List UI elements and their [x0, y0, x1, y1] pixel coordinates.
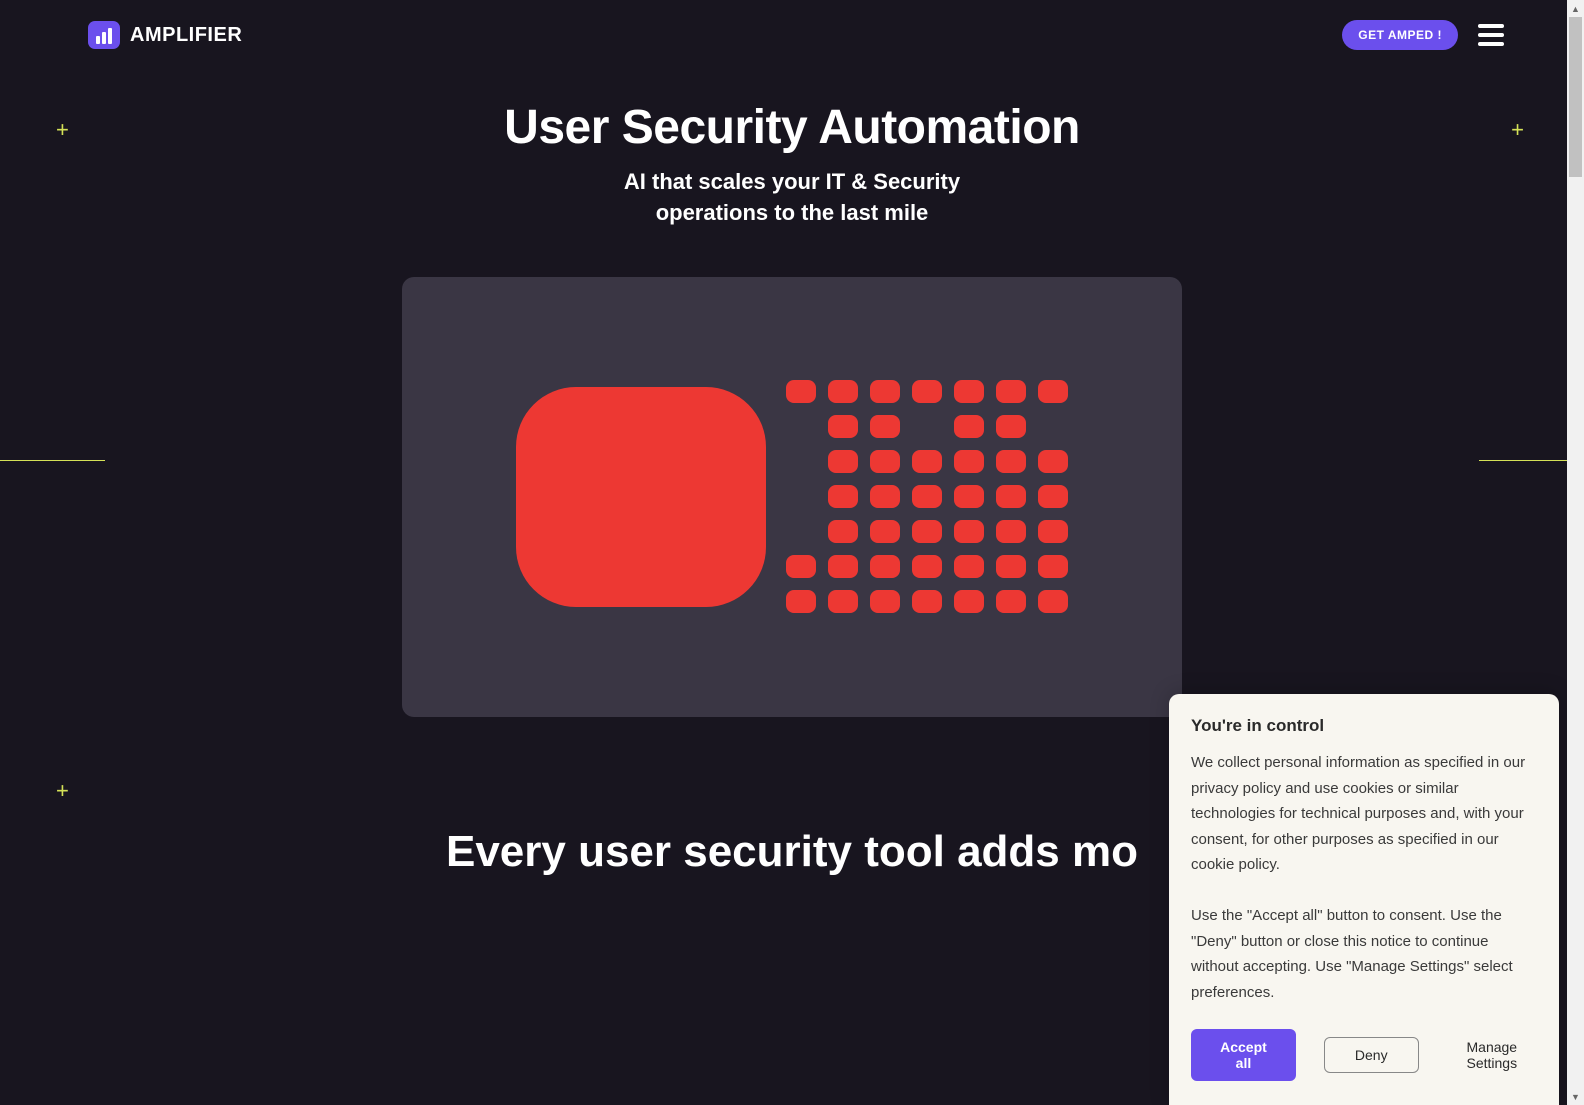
- hero-subtitle: AI that scales your IT & Security operat…: [0, 167, 1584, 229]
- cookie-paragraph: We collect personal information as speci…: [1191, 754, 1525, 873]
- hero-subtitle-line: AI that scales your IT & Security: [624, 169, 960, 194]
- get-amped-button[interactable]: GET AMPED !: [1342, 20, 1458, 50]
- grid-shapes: [786, 380, 1068, 613]
- cookie-paragraph: Use the "Accept all" button to consent. …: [1191, 907, 1513, 1001]
- logo[interactable]: AMPLIFIER: [88, 21, 242, 49]
- cookie-buttons: Accept all Deny Manage Settings: [1191, 1029, 1537, 1081]
- plus-decoration-icon: +: [56, 778, 69, 804]
- scroll-up-arrow-icon[interactable]: ▲: [1567, 0, 1584, 17]
- hero-title: User Security Automation: [0, 100, 1584, 155]
- deny-button[interactable]: Deny: [1324, 1037, 1419, 1073]
- divider-decoration: [0, 460, 105, 461]
- logo-icon: [88, 21, 120, 49]
- accept-all-button[interactable]: Accept all: [1191, 1029, 1296, 1081]
- big-red-shape: [516, 387, 766, 607]
- cookie-title: You're in control: [1191, 716, 1537, 736]
- menu-icon[interactable]: [1478, 24, 1504, 46]
- scrollbar[interactable]: ▲ ▼: [1567, 0, 1584, 1105]
- hero-section: User Security Automation AI that scales …: [0, 70, 1584, 717]
- cookie-banner: You're in control We collect personal in…: [1169, 694, 1559, 1105]
- scroll-down-arrow-icon[interactable]: ▼: [1567, 1088, 1584, 1105]
- hero-subtitle-line: operations to the last mile: [656, 200, 929, 225]
- plus-decoration-icon: +: [56, 117, 69, 143]
- hero-graphic-card: [402, 277, 1182, 717]
- header-right: GET AMPED !: [1342, 20, 1504, 50]
- plus-decoration-icon: +: [1511, 117, 1524, 143]
- header: AMPLIFIER GET AMPED !: [0, 0, 1584, 70]
- scrollbar-thumb[interactable]: [1569, 17, 1582, 177]
- logo-text: AMPLIFIER: [130, 24, 242, 47]
- cookie-text: We collect personal information as speci…: [1191, 750, 1537, 1005]
- manage-settings-button[interactable]: Manage Settings: [1447, 1039, 1537, 1071]
